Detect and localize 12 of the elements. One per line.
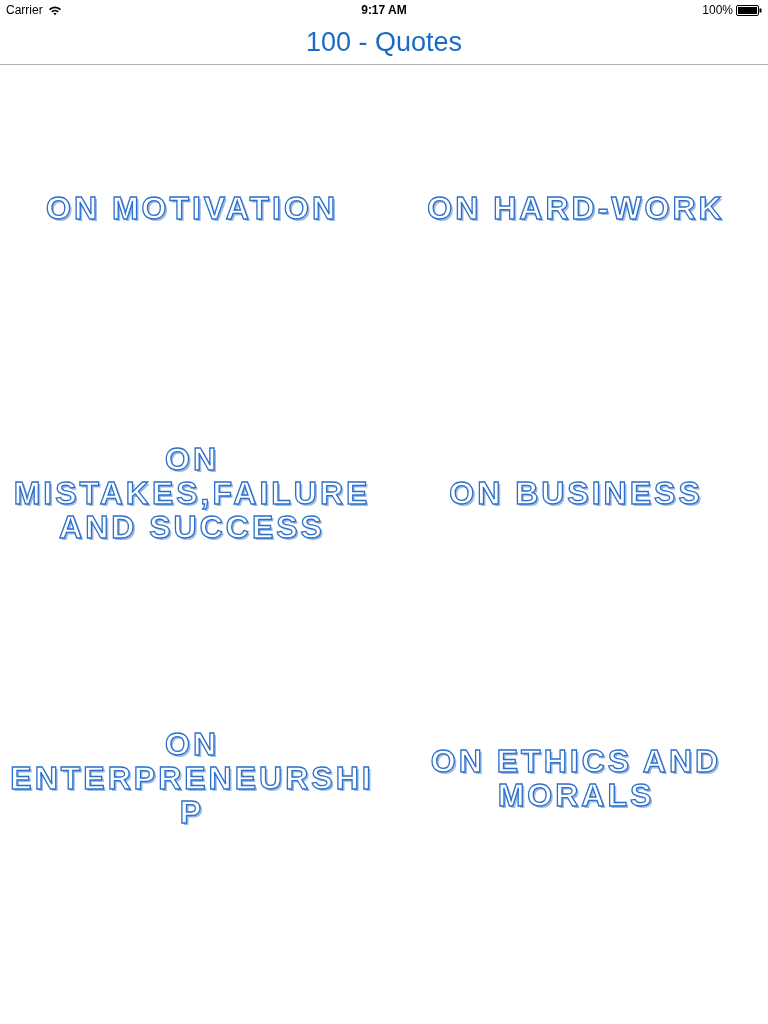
category-button[interactable]: ON MISTAKES,FAILURE AND SUCCESS xyxy=(0,441,384,544)
status-time: 9:17 AM xyxy=(361,3,407,17)
category-button[interactable]: ON BUSINESS xyxy=(384,475,768,510)
battery-percent: 100% xyxy=(702,3,733,17)
battery-icon xyxy=(736,4,762,16)
category-button[interactable]: ON HARD-WORK xyxy=(384,190,768,225)
nav-title: 100 - Quotes xyxy=(305,26,463,58)
category-button[interactable]: ON ETHICS AND MORALS xyxy=(384,743,768,812)
category-button[interactable]: ON MOTIVATION xyxy=(0,190,384,225)
category-button[interactable]: ON ENTERPRENEURSHIP xyxy=(0,726,384,829)
carrier-name: Carrier xyxy=(6,3,43,17)
wifi-icon xyxy=(47,4,62,16)
